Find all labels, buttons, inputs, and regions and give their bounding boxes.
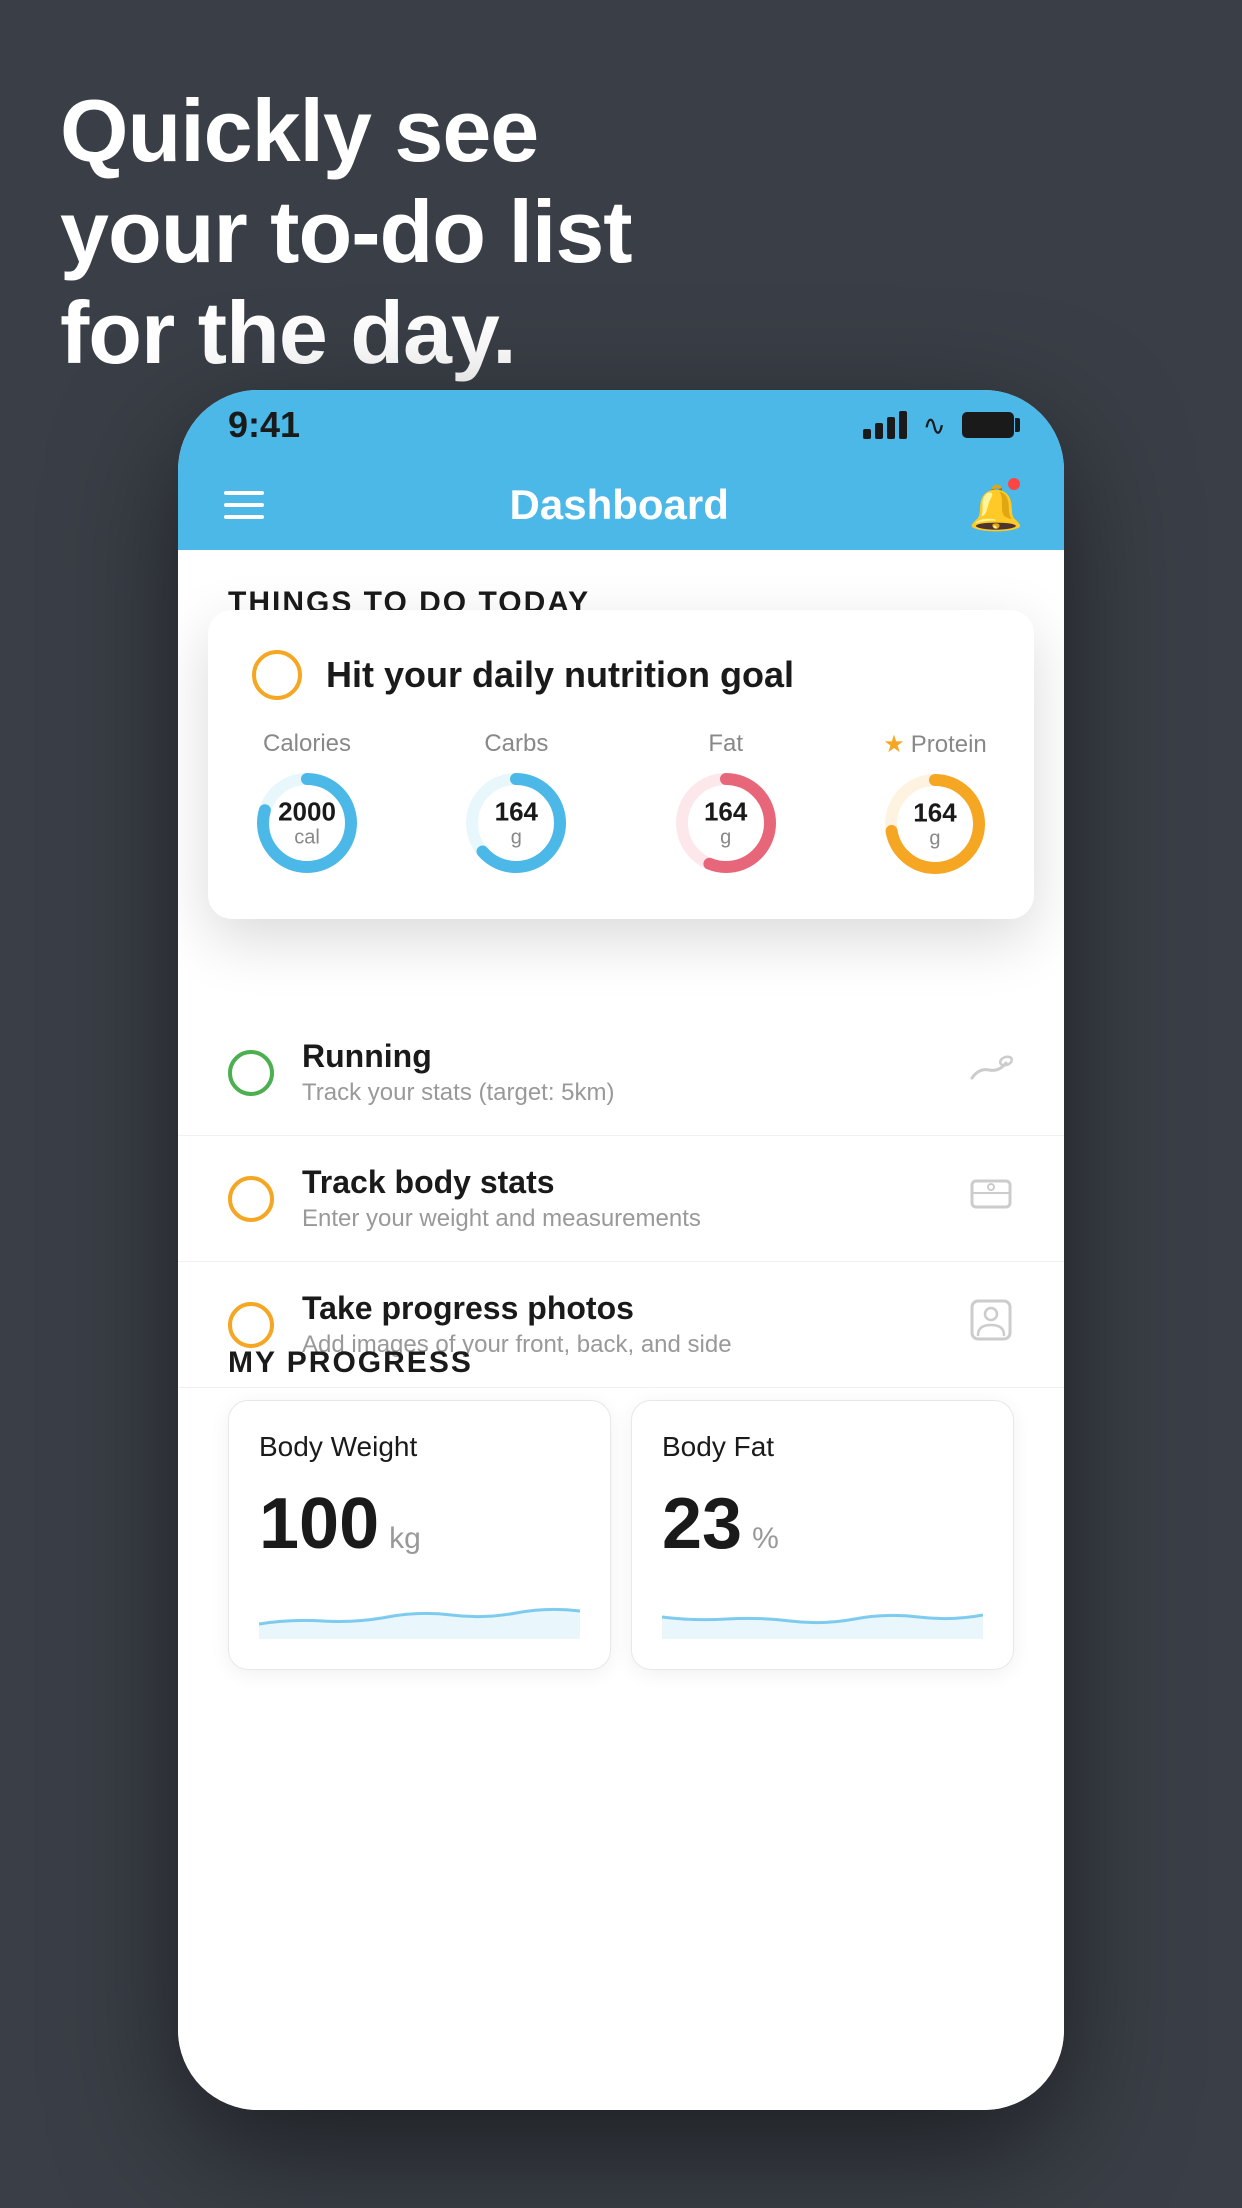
body-fat-chart xyxy=(662,1589,983,1639)
body-weight-value: 100 xyxy=(259,1483,379,1565)
progress-cards: Body Weight 100 kg Body Fat xyxy=(178,1400,1064,1670)
carbs-unit: g xyxy=(495,826,538,848)
status-icons: ∿ xyxy=(863,409,1014,442)
fat-label: Fat xyxy=(708,730,743,758)
headline-line2: your to-do list xyxy=(60,181,632,282)
body-fat-unit: % xyxy=(752,1522,779,1556)
body-weight-chart xyxy=(259,1589,580,1639)
progress-header: MY PROGRESS xyxy=(178,1310,1064,1400)
battery-icon xyxy=(962,412,1014,438)
calories-label: Calories xyxy=(263,730,351,758)
star-icon: ★ xyxy=(883,730,905,759)
calories-donut: 2000 cal xyxy=(252,768,362,878)
body-fat-title: Body Fat xyxy=(662,1431,983,1463)
calories-value: 2000 xyxy=(278,798,336,827)
fat-unit: g xyxy=(704,826,747,848)
nutrition-fat: Fat 164 g xyxy=(671,730,781,879)
todo-running[interactable]: Running Track your stats (target: 5km) xyxy=(178,1010,1064,1136)
status-time: 9:41 xyxy=(228,404,300,446)
running-icon xyxy=(964,1048,1014,1098)
body-stats-checkbox[interactable] xyxy=(228,1176,274,1222)
body-stats-subtitle: Enter your weight and measurements xyxy=(302,1205,940,1233)
headline: Quickly see your to-do list for the day. xyxy=(60,80,632,384)
protein-donut: 164 g xyxy=(880,769,990,879)
menu-button[interactable] xyxy=(224,491,264,519)
body-fat-card[interactable]: Body Fat 23 % xyxy=(631,1400,1014,1670)
body-weight-unit: kg xyxy=(389,1522,421,1556)
fat-donut: 164 g xyxy=(671,768,781,878)
nutrition-protein: ★ Protein 164 g xyxy=(880,730,990,879)
nutrition-card: Hit your daily nutrition goal Calories 2… xyxy=(208,610,1034,919)
nutrition-card-title: Hit your daily nutrition goal xyxy=(326,654,794,696)
carbs-donut: 164 g xyxy=(461,768,571,878)
wifi-icon: ∿ xyxy=(923,409,946,442)
todo-body-stats[interactable]: Track body stats Enter your weight and m… xyxy=(178,1136,1064,1262)
progress-section: MY PROGRESS Body Weight 100 kg xyxy=(178,1310,1064,1670)
nutrition-checkbox[interactable] xyxy=(252,650,302,700)
carbs-value: 164 xyxy=(495,798,538,827)
scale-icon xyxy=(968,1171,1014,1227)
running-title: Running xyxy=(302,1038,936,1075)
headline-line1: Quickly see xyxy=(60,80,632,181)
fat-value: 164 xyxy=(704,798,747,827)
phone-mockup: 9:41 ∿ Dashboard ▲ 🔔 THINGS TO DO TODAY xyxy=(178,390,1064,2110)
protein-unit: g xyxy=(913,827,956,849)
body-weight-card[interactable]: Body Weight 100 kg xyxy=(228,1400,611,1670)
content-area: THINGS TO DO TODAY Hit your daily nutrit… xyxy=(178,550,1064,2110)
notification-button[interactable]: ▲ 🔔 xyxy=(974,480,1018,530)
running-checkbox[interactable] xyxy=(228,1050,274,1096)
body-weight-title: Body Weight xyxy=(259,1431,580,1463)
signal-icon xyxy=(863,411,907,439)
calories-unit: cal xyxy=(278,826,336,848)
body-stats-title: Track body stats xyxy=(302,1164,940,1201)
carbs-label: Carbs xyxy=(484,730,548,758)
running-subtitle: Track your stats (target: 5km) xyxy=(302,1079,936,1107)
nutrition-calories: Calories 2000 cal xyxy=(252,730,362,879)
protein-label: ★ Protein xyxy=(883,730,987,759)
nav-bar: Dashboard ▲ 🔔 xyxy=(178,460,1064,550)
nutrition-grid: Calories 2000 cal Carbs xyxy=(252,730,990,879)
protein-value: 164 xyxy=(913,799,956,828)
status-bar: 9:41 ∿ xyxy=(178,390,1064,460)
body-fat-value: 23 xyxy=(662,1483,742,1565)
headline-line3: for the day. xyxy=(60,282,632,383)
nav-title: Dashboard xyxy=(510,481,729,529)
nutrition-carbs: Carbs 164 g xyxy=(461,730,571,879)
